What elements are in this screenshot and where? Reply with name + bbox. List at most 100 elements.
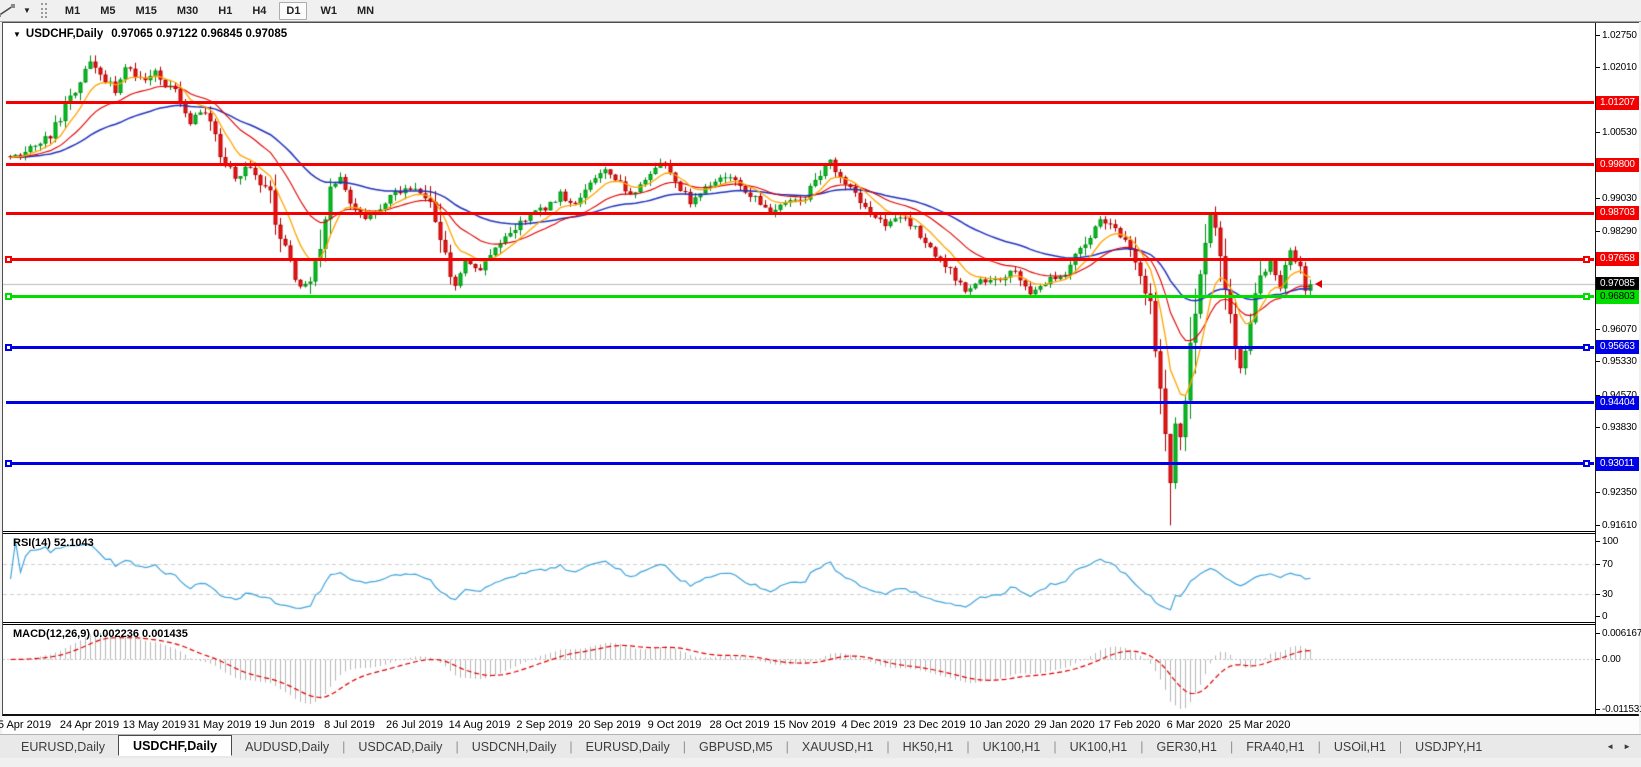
- date-label: 5 Apr 2019: [0, 719, 51, 731]
- toolbar-drag-handle[interactable]: [41, 3, 47, 18]
- tab-hk50-h1-8[interactable]: HK50,H1: [890, 738, 967, 756]
- horizontal-level-line-0.95663[interactable]: [6, 346, 1594, 349]
- horizontal-level-line-0.98703[interactable]: [6, 212, 1594, 215]
- level-drag-handle[interactable]: [5, 293, 12, 300]
- trading-platform-window: ▼ M1 M5 M15 M30 H1 H4 D1 W1 MN ▼ USDCHF,Daily 0.97…: [0, 0, 1641, 767]
- date-label: 23 Dec 2019: [903, 719, 965, 731]
- price-tick-label: 0.91610: [1596, 519, 1639, 532]
- level-price-box: 0.96803: [1596, 290, 1639, 304]
- date-label: 14 Aug 2019: [449, 719, 511, 731]
- chart-window: ▼ USDCHF,Daily 0.97065 0.97122 0.96845 0.9…: [2, 22, 1639, 716]
- level-drag-handle[interactable]: [5, 256, 12, 263]
- panel-divider[interactable]: [3, 622, 1638, 623]
- level-drag-handle[interactable]: [5, 460, 12, 467]
- horizontal-level-line-0.97658[interactable]: [6, 258, 1594, 261]
- tab-usdcnh-daily-4[interactable]: USDCNH,Daily: [459, 738, 570, 756]
- price-tick-label: 0.96070: [1596, 323, 1639, 336]
- tab-usoil-h1-13[interactable]: USOil,H1: [1321, 738, 1399, 756]
- timeframe-button-h1[interactable]: H1: [211, 2, 239, 20]
- chart-ohlc-values: 0.97065 0.97122 0.96845 0.97085: [111, 28, 287, 40]
- level-drag-handle[interactable]: [1583, 293, 1590, 300]
- tab-usdjpy-h1-14[interactable]: USDJPY,H1: [1402, 738, 1495, 756]
- chart-tab-bar: EURUSD,DailyUSDCHF,DailyAUDUSD,Daily|USD…: [0, 734, 1641, 758]
- panel-divider[interactable]: [3, 533, 1638, 534]
- macd-tick-label: -0.011531: [1596, 703, 1639, 716]
- trendline-tool-icon[interactable]: [0, 3, 17, 19]
- horizontal-level-line-0.96803[interactable]: [6, 295, 1594, 298]
- tab-xauusd-h1-7[interactable]: XAUUSD,H1: [789, 738, 887, 756]
- level-drag-handle[interactable]: [5, 344, 12, 351]
- tab-scroll-right-icon[interactable]: ►: [1623, 742, 1631, 751]
- date-label: 26 Jul 2019: [386, 719, 443, 731]
- horizontal-level-line-0.99800[interactable]: [6, 163, 1594, 166]
- macd-tick-label: 0.00: [1596, 653, 1639, 666]
- date-label: 2 Sep 2019: [516, 719, 572, 731]
- rsi-tick-label: 30: [1596, 588, 1639, 601]
- time-axis[interactable]: 5 Apr 201924 Apr 201913 May 201931 May 2…: [2, 716, 1639, 734]
- tab-eurusd-daily-0[interactable]: EURUSD,Daily: [8, 738, 118, 756]
- timeframe-button-d1[interactable]: D1: [279, 2, 307, 20]
- tab-uk100-h1-9[interactable]: UK100,H1: [970, 738, 1054, 756]
- tab-usdchf-daily-1[interactable]: USDCHF,Daily: [118, 735, 232, 756]
- timeframe-button-h4[interactable]: H4: [245, 2, 273, 20]
- tool-dropdown-caret-icon[interactable]: ▼: [23, 6, 31, 15]
- price-axis[interactable]: 1.027501.020101.005300.990300.982900.975…: [1595, 23, 1639, 714]
- level-price-box: 1.01207: [1596, 96, 1639, 110]
- price-tick-label: 1.02010: [1596, 61, 1639, 74]
- rsi-tick-label: 100: [1596, 535, 1639, 548]
- macd-label: MACD(12,26,9) 0.002236 0.001435: [13, 628, 188, 640]
- horizontal-level-line-0.94404[interactable]: [6, 401, 1594, 404]
- level-drag-handle[interactable]: [1583, 460, 1590, 467]
- chart-title: ▼ USDCHF,Daily 0.97065 0.97122 0.96845 0.9…: [13, 28, 287, 40]
- date-label: 4 Dec 2019: [841, 719, 897, 731]
- timeframe-button-w1[interactable]: W1: [313, 2, 344, 20]
- chart-symbol-label: USDCHF,Daily: [26, 28, 103, 40]
- price-tick-label: 0.95330: [1596, 355, 1639, 368]
- level-price-box: 0.95663: [1596, 340, 1639, 354]
- price-tick-label: 0.93830: [1596, 421, 1639, 434]
- timeframe-button-mn[interactable]: MN: [350, 2, 381, 20]
- tab-uk100-h1-10[interactable]: UK100,H1: [1057, 738, 1141, 756]
- price-chart-canvas[interactable]: [3, 23, 1595, 714]
- tab-fra40-h1-12[interactable]: FRA40,H1: [1233, 738, 1317, 756]
- level-drag-handle[interactable]: [1583, 344, 1590, 351]
- tab-scroll-left-icon[interactable]: ◄: [1606, 742, 1614, 751]
- timeframe-toolbar: M1 M5 M15 M30 H1 H4 D1 W1 MN: [55, 2, 384, 20]
- level-price-box: 0.98703: [1596, 206, 1639, 220]
- timeframe-button-m1[interactable]: M1: [58, 2, 87, 20]
- rsi-tick-label: 0: [1596, 610, 1639, 623]
- rsi-label: RSI(14) 52.1043: [13, 537, 94, 549]
- tab-ger30-h1-11[interactable]: GER30,H1: [1144, 738, 1230, 756]
- price-tick-label: 1.02750: [1596, 29, 1639, 42]
- tab-usdcad-daily-3[interactable]: USDCAD,Daily: [345, 738, 455, 756]
- date-label: 20 Sep 2019: [578, 719, 640, 731]
- level-drag-handle[interactable]: [1583, 256, 1590, 263]
- timeframe-button-m30[interactable]: M30: [170, 2, 205, 20]
- timeframe-button-m15[interactable]: M15: [128, 2, 163, 20]
- date-label: 25 Mar 2020: [1229, 719, 1291, 731]
- collapse-caret-icon[interactable]: ▼: [13, 30, 21, 39]
- toolbar: ▼ M1 M5 M15 M30 H1 H4 D1 W1 MN: [0, 0, 1641, 22]
- horizontal-level-line-0.93011[interactable]: [6, 462, 1594, 465]
- tab-eurusd-daily-5[interactable]: EURUSD,Daily: [573, 738, 683, 756]
- date-label: 8 Jul 2019: [324, 719, 375, 731]
- price-tick-label: 1.00530: [1596, 126, 1639, 139]
- level-price-box: 0.97658: [1596, 252, 1639, 266]
- macd-tick-label: 0.006167: [1596, 627, 1639, 640]
- date-label: 10 Jan 2020: [969, 719, 1030, 731]
- date-label: 17 Feb 2020: [1099, 719, 1161, 731]
- tab-gbpusd-m5-6[interactable]: GBPUSD,M5: [686, 738, 786, 756]
- panel-divider[interactable]: [3, 531, 1638, 532]
- date-label: 31 May 2019: [188, 719, 252, 731]
- price-tick-label: 0.98290: [1596, 225, 1639, 238]
- level-price-box: 0.94404: [1596, 396, 1639, 410]
- tab-audusd-daily-2[interactable]: AUDUSD,Daily: [232, 738, 342, 756]
- panel-divider[interactable]: [3, 624, 1638, 625]
- horizontal-level-line-1.01207[interactable]: [6, 101, 1594, 104]
- date-label: 24 Apr 2019: [60, 719, 119, 731]
- date-label: 19 Jun 2019: [254, 719, 315, 731]
- date-label: 15 Nov 2019: [773, 719, 835, 731]
- window-bottom-strip: [0, 758, 1641, 767]
- date-label: 9 Oct 2019: [648, 719, 702, 731]
- timeframe-button-m5[interactable]: M5: [93, 2, 122, 20]
